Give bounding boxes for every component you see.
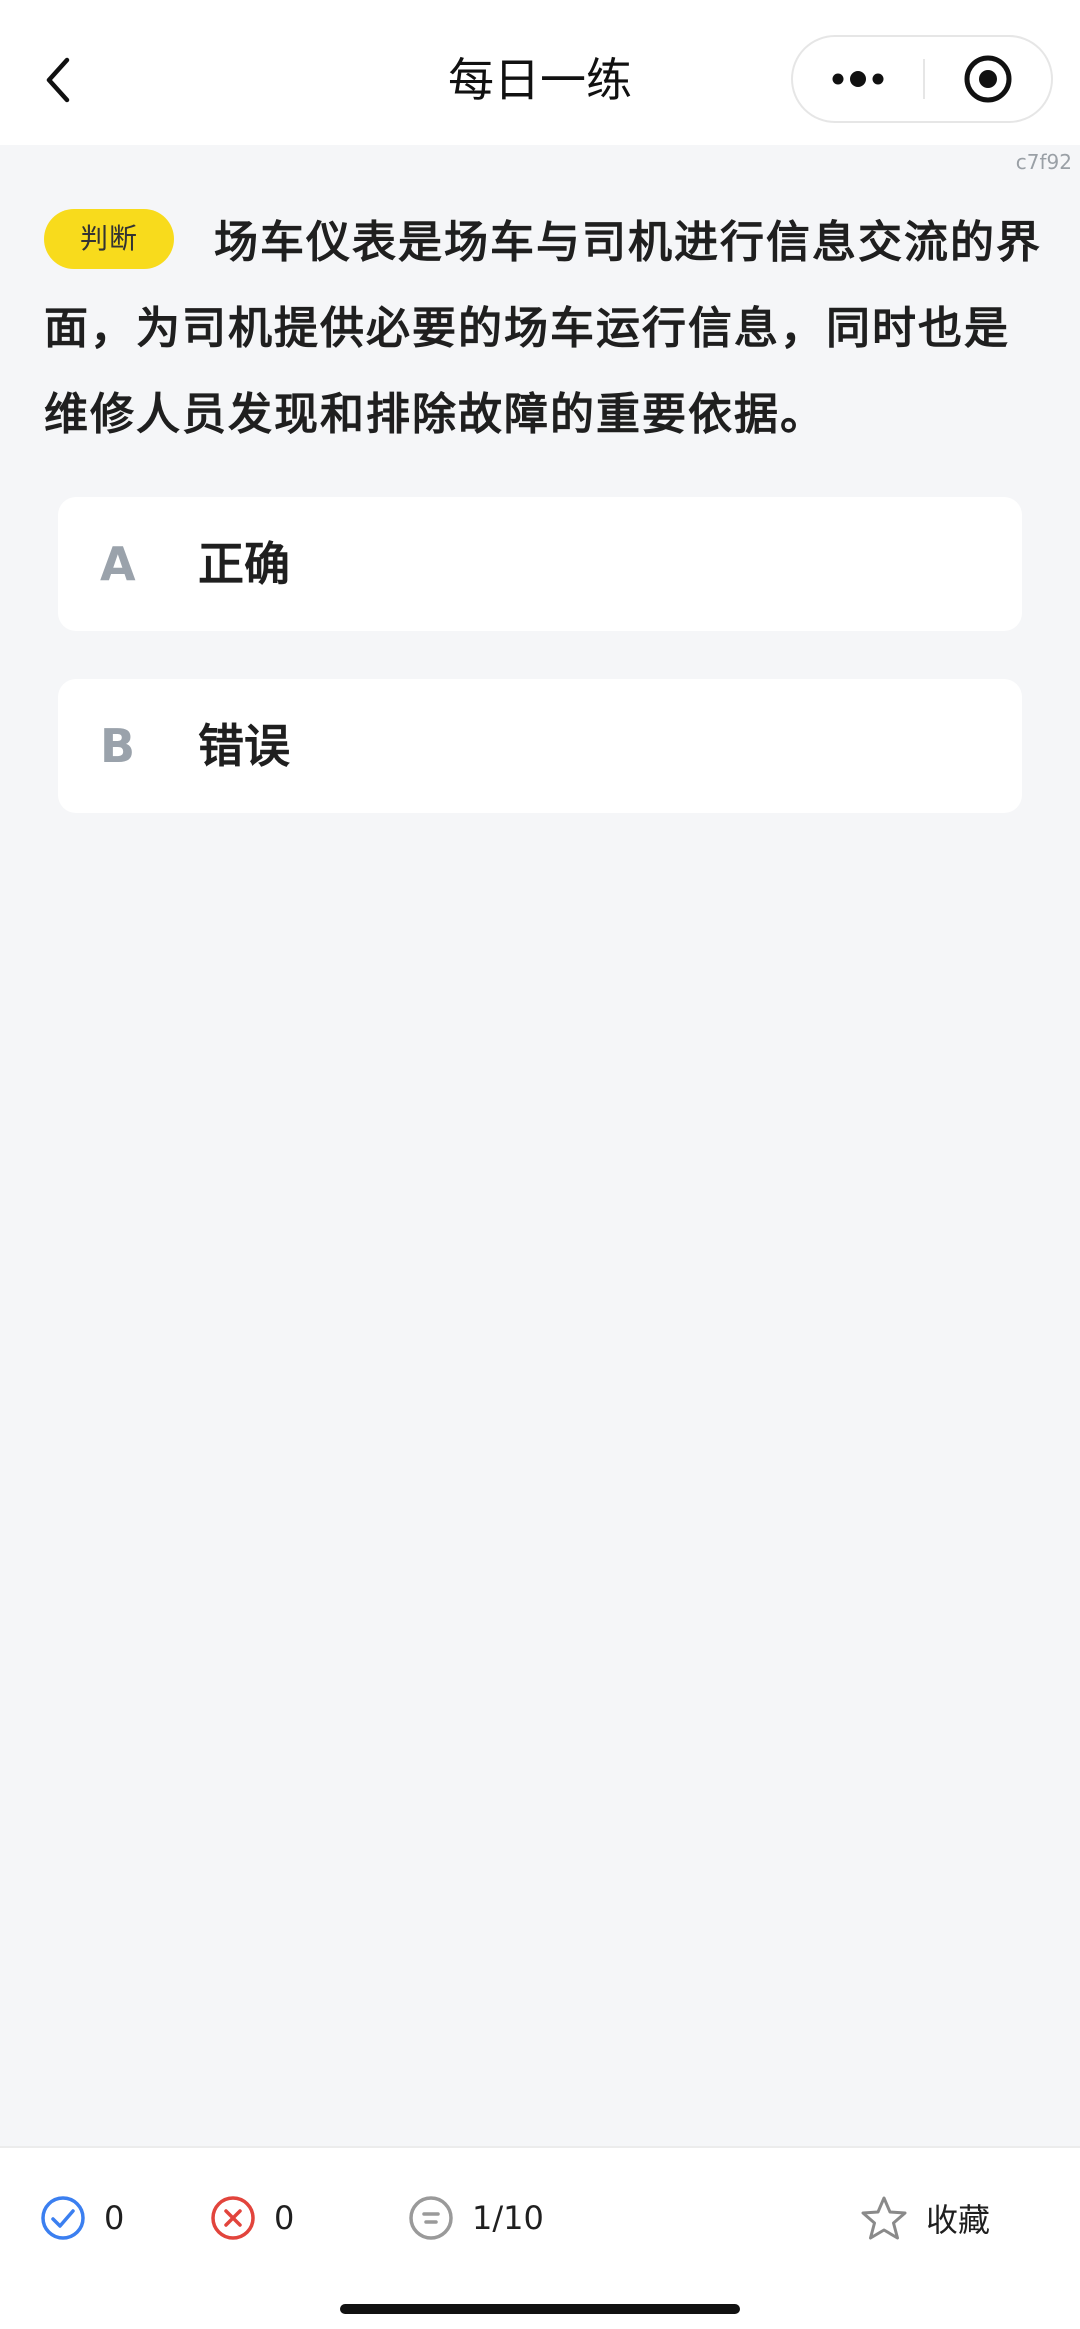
- miniprogram-capsule: [791, 35, 1053, 123]
- correct-stat: 0: [40, 2148, 124, 2288]
- question-text: 场车仪表是场车与司机进行信息交流的界面，为司机提供必要的场车运行信息，同时也是维…: [44, 217, 1043, 440]
- correct-count: 0: [104, 2199, 125, 2237]
- question-code: c7f92: [1015, 150, 1072, 174]
- progress-text: 1/10: [472, 2199, 544, 2237]
- favorite-button[interactable]: 收藏: [860, 2148, 990, 2288]
- home-indicator-area: [0, 2288, 1080, 2329]
- favorite-label: 收藏: [926, 2201, 991, 2239]
- home-indicator[interactable]: [340, 2304, 740, 2314]
- question-type-badge: 判断: [44, 209, 175, 269]
- navigation-bar: 每日一练: [0, 0, 1080, 145]
- cross-circle-icon: [211, 2196, 255, 2240]
- question-progress-button[interactable]: 1/10: [408, 2148, 544, 2288]
- question-stem: 判断 场车仪表是场车与司机进行信息交流的界面，为司机提供必要的场车运行信息，同时也…: [44, 200, 1044, 458]
- check-circle-icon: [41, 2196, 85, 2240]
- wrong-stat: 0: [210, 2148, 294, 2288]
- option-letter: A: [100, 537, 136, 591]
- option-letter: B: [100, 719, 136, 773]
- close-miniprogram-button[interactable]: [925, 37, 1051, 121]
- option-a[interactable]: A 正确: [58, 497, 1022, 631]
- star-icon: [861, 2196, 907, 2240]
- more-dots-icon: [832, 71, 884, 87]
- target-circle-icon: [964, 55, 1012, 103]
- option-b[interactable]: B 错误: [58, 679, 1022, 813]
- wrong-count: 0: [274, 2199, 295, 2237]
- more-button[interactable]: [793, 37, 923, 121]
- answer-footer: 0 0 1/10 收藏: [0, 2146, 1080, 2288]
- option-text: 错误: [198, 719, 290, 773]
- option-text: 正确: [198, 537, 290, 591]
- list-circle-icon: [409, 2196, 453, 2240]
